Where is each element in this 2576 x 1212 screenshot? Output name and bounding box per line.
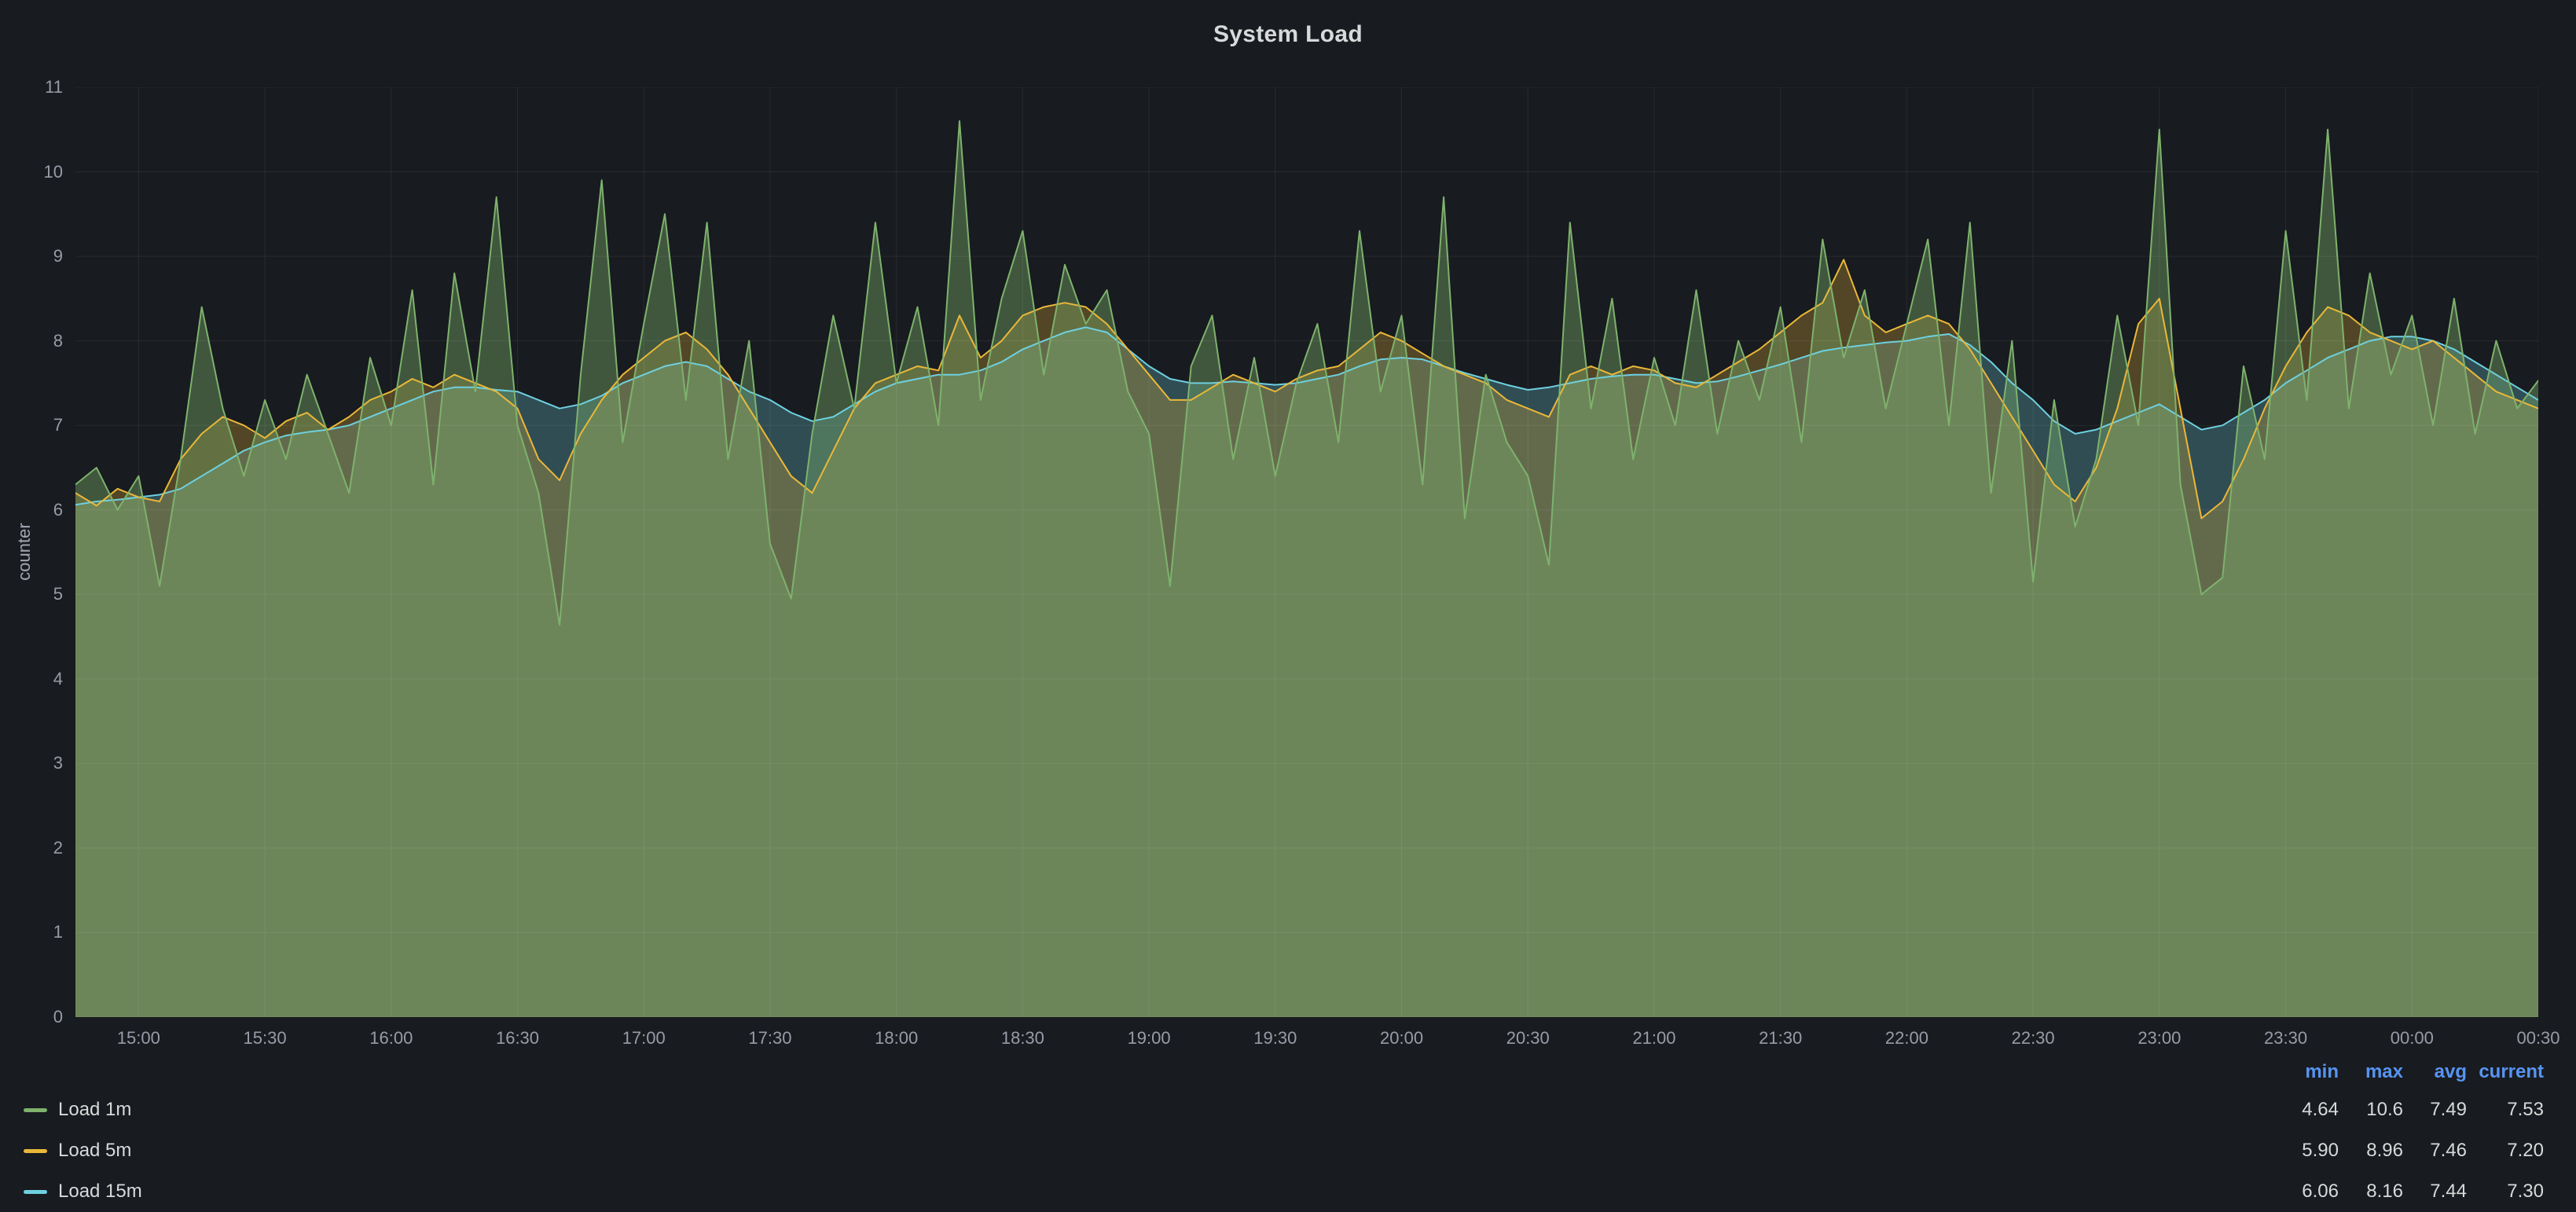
series-area-load-1m	[75, 121, 2538, 1017]
x-tick-label: 19:30	[1228, 1027, 1323, 1049]
x-tick-label: 18:00	[849, 1027, 944, 1049]
legend-row-load-1m: Load 1m 4.6410.67.497.53	[0, 1089, 2544, 1130]
legend-item-load-5m[interactable]: Load 5m	[24, 1140, 2268, 1162]
y-axis-label: counter	[14, 523, 35, 580]
legend: minmaxavgcurrentLoad 1m4.6410.67.497.53L…	[0, 1055, 2544, 1212]
legend-item-load-1m[interactable]: Load 1m	[24, 1099, 2268, 1121]
x-tick-label: 20:00	[1355, 1027, 1449, 1049]
legend-value-max: 8.96	[2339, 1140, 2403, 1162]
legend-item-load-15m[interactable]: Load 15m	[24, 1181, 2268, 1203]
y-tick-label: 9	[0, 246, 63, 266]
plot-area	[75, 87, 2538, 1017]
x-tick-label: 21:00	[1607, 1027, 1701, 1049]
x-tick-label: 00:30	[2491, 1027, 2576, 1049]
y-tick-label: 10	[0, 162, 63, 182]
y-tick-label: 6	[0, 500, 63, 520]
y-tick-label: 5	[0, 584, 63, 604]
legend-header-max[interactable]: max	[2339, 1061, 2403, 1083]
x-tick-label: 15:30	[218, 1027, 312, 1049]
legend-row-load-5m: Load 5m 5.908.967.467.20	[0, 1130, 2544, 1171]
legend-swatch	[24, 1190, 47, 1194]
y-tick-label: 2	[0, 838, 63, 858]
x-tick-label: 15:00	[91, 1027, 185, 1049]
x-tick-label: 19:00	[1102, 1027, 1196, 1049]
legend-value-current: 7.20	[2467, 1140, 2544, 1162]
legend-value-current: 7.53	[2467, 1099, 2544, 1121]
x-tick-label: 16:30	[471, 1027, 565, 1049]
legend-value-min: 4.64	[2268, 1099, 2339, 1121]
y-tick-label: 7	[0, 415, 63, 435]
legend-label: Load 1m	[58, 1099, 131, 1121]
legend-header-current[interactable]: current	[2467, 1061, 2544, 1083]
legend-swatch	[24, 1149, 47, 1153]
legend-value-avg: 7.44	[2403, 1181, 2467, 1203]
series-areas	[75, 121, 2538, 1017]
legend-header-min[interactable]: min	[2268, 1061, 2339, 1083]
legend-header-avg[interactable]: avg	[2403, 1061, 2467, 1083]
legend-value-min: 5.90	[2268, 1140, 2339, 1162]
legend-value-min: 6.06	[2268, 1181, 2339, 1203]
x-tick-label: 20:30	[1481, 1027, 1575, 1049]
y-tick-label: 3	[0, 753, 63, 773]
legend-row-load-15m: Load 15m 6.068.167.447.30	[0, 1171, 2544, 1212]
x-tick-label: 23:30	[2239, 1027, 2333, 1049]
panel-title[interactable]: System Load	[0, 0, 2576, 69]
grafana-system-load-panel: { "panel": { "title": "System Load" }, "…	[0, 0, 2576, 1212]
y-tick-label: 4	[0, 669, 63, 689]
y-tick-label: 1	[0, 922, 63, 942]
x-tick-label: 18:30	[975, 1027, 1070, 1049]
legend-label: Load 5m	[58, 1140, 131, 1162]
legend-label: Load 15m	[58, 1181, 142, 1203]
legend-value-avg: 7.49	[2403, 1099, 2467, 1121]
legend-header-row: minmaxavgcurrent	[0, 1055, 2544, 1089]
legend-value-avg: 7.46	[2403, 1140, 2467, 1162]
x-tick-label: 22:30	[1986, 1027, 2080, 1049]
legend-value-max: 8.16	[2339, 1181, 2403, 1203]
y-tick-label: 8	[0, 331, 63, 351]
x-tick-label: 21:30	[1734, 1027, 1828, 1049]
time-series-plot[interactable]	[75, 87, 2538, 1017]
legend-value-current: 7.30	[2467, 1181, 2544, 1203]
x-tick-label: 16:00	[344, 1027, 439, 1049]
x-tick-label: 22:00	[1859, 1027, 1954, 1049]
y-tick-label: 11	[0, 77, 63, 97]
legend-swatch	[24, 1108, 47, 1112]
legend-value-max: 10.6	[2339, 1099, 2403, 1121]
x-tick-label: 17:30	[723, 1027, 817, 1049]
x-tick-label: 17:00	[596, 1027, 691, 1049]
x-tick-label: 23:00	[2112, 1027, 2207, 1049]
y-tick-label: 0	[0, 1007, 63, 1027]
x-tick-label: 00:00	[2365, 1027, 2459, 1049]
